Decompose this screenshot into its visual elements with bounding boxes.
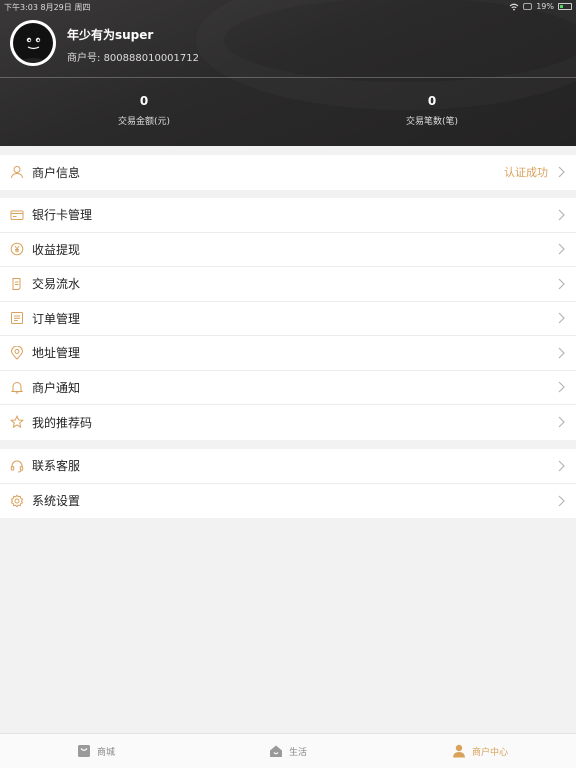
tab-label: 商城 [96, 747, 115, 758]
chevron-right-icon [558, 166, 565, 178]
merchant-number-line: 商户号: 800888010001712 [67, 49, 199, 64]
lock-rotation-icon [523, 3, 533, 10]
bank-card-icon [10, 208, 24, 222]
status-bar: 下午3:03 8月29日 周四 19% [4, 2, 572, 14]
status-time-date: 下午3:03 8月29日 周四 [4, 3, 91, 12]
stat-value: 0 [427, 94, 437, 108]
chevron-right-icon [558, 312, 565, 324]
menu-item-notifications[interactable]: 商户通知 [0, 371, 576, 405]
menu-item-label: 联系客服 [32, 459, 81, 474]
menu-item-label: 商户信息 [32, 165, 81, 180]
chevron-right-icon [558, 460, 565, 472]
home-icon [269, 744, 283, 758]
menu-item-label: 地址管理 [32, 346, 81, 361]
avatar-image [13, 23, 53, 63]
bell-icon [10, 380, 24, 394]
chevron-right-icon [558, 243, 565, 255]
chevron-right-icon [558, 347, 565, 359]
location-pin-icon [10, 345, 24, 360]
star-icon [10, 415, 24, 429]
stat-label: 交易笔数(笔) [405, 117, 459, 127]
gear-icon [10, 494, 24, 508]
header-divider [0, 77, 576, 78]
chevron-right-icon [558, 495, 565, 507]
merchant-name: 年少有为super [67, 28, 154, 42]
menu-item-label: 商户通知 [32, 380, 81, 395]
merchant-number-label: 商户号: [67, 53, 101, 64]
menu-group-business: 银行卡管理 收益提现 交易流水 订单管理 地址管理 商户通知 我的推荐码 [0, 198, 576, 440]
stat-value: 0 [139, 94, 149, 108]
battery-icon [558, 3, 572, 10]
menu-item-merchant-info[interactable]: 商户信息 认证成功 [0, 155, 576, 190]
wifi-icon [509, 3, 519, 10]
chevron-right-icon [558, 209, 565, 221]
menu-item-transactions[interactable]: 交易流水 [0, 267, 576, 302]
headset-icon [10, 459, 24, 473]
menu-item-label: 我的推荐码 [32, 415, 93, 430]
yuan-coin-icon [10, 242, 24, 256]
tab-life[interactable]: 生活 [192, 734, 384, 768]
menu-item-customer-service[interactable]: 联系客服 [0, 449, 576, 484]
profile-header: 下午3:03 8月29日 周四 19% 年少有为super 商户号: 80088… [0, 0, 576, 146]
tab-shop[interactable]: 商城 [0, 734, 192, 768]
menu-item-orders[interactable]: 订单管理 [0, 302, 576, 336]
menu-item-address[interactable]: 地址管理 [0, 336, 576, 371]
battery-percent: 19% [536, 2, 554, 11]
menu-item-label: 银行卡管理 [32, 208, 93, 223]
receipt-icon [10, 277, 24, 291]
menu-item-withdraw[interactable]: 收益提现 [0, 233, 576, 267]
menu-item-referral-code[interactable]: 我的推荐码 [0, 405, 576, 440]
stat-label: 交易金额(元) [117, 117, 171, 127]
status-right: 19% [509, 2, 572, 11]
user-icon [10, 165, 24, 179]
shop-bag-icon [77, 744, 91, 758]
tab-merchant-center[interactable]: 商户中心 [384, 734, 576, 768]
menu-item-label: 交易流水 [32, 277, 81, 292]
menu-item-system-settings[interactable]: 系统设置 [0, 484, 576, 519]
tab-label: 生活 [288, 747, 307, 758]
merchant-number: 800888010001712 [103, 53, 199, 64]
chevron-right-icon [558, 278, 565, 290]
chevron-right-icon [558, 416, 565, 428]
verification-status: 认证成功 [504, 166, 548, 180]
order-list-icon [10, 311, 24, 325]
menu-item-bank-card[interactable]: 银行卡管理 [0, 198, 576, 233]
stat-transaction-amount: 0 交易金额(元) [64, 94, 224, 127]
tab-label: 商户中心 [471, 747, 508, 758]
menu-item-label: 系统设置 [32, 494, 81, 509]
person-icon [452, 744, 466, 758]
stat-transaction-count: 0 交易笔数(笔) [352, 94, 512, 127]
menu-item-label: 订单管理 [32, 311, 81, 326]
menu-item-label: 收益提现 [32, 242, 81, 257]
chevron-right-icon [558, 381, 565, 393]
menu-group-merchant: 商户信息 认证成功 [0, 155, 576, 190]
avatar[interactable] [10, 20, 56, 66]
bottom-tab-bar: 商城 生活 商户中心 [0, 733, 576, 768]
menu-group-support: 联系客服 系统设置 [0, 449, 576, 518]
